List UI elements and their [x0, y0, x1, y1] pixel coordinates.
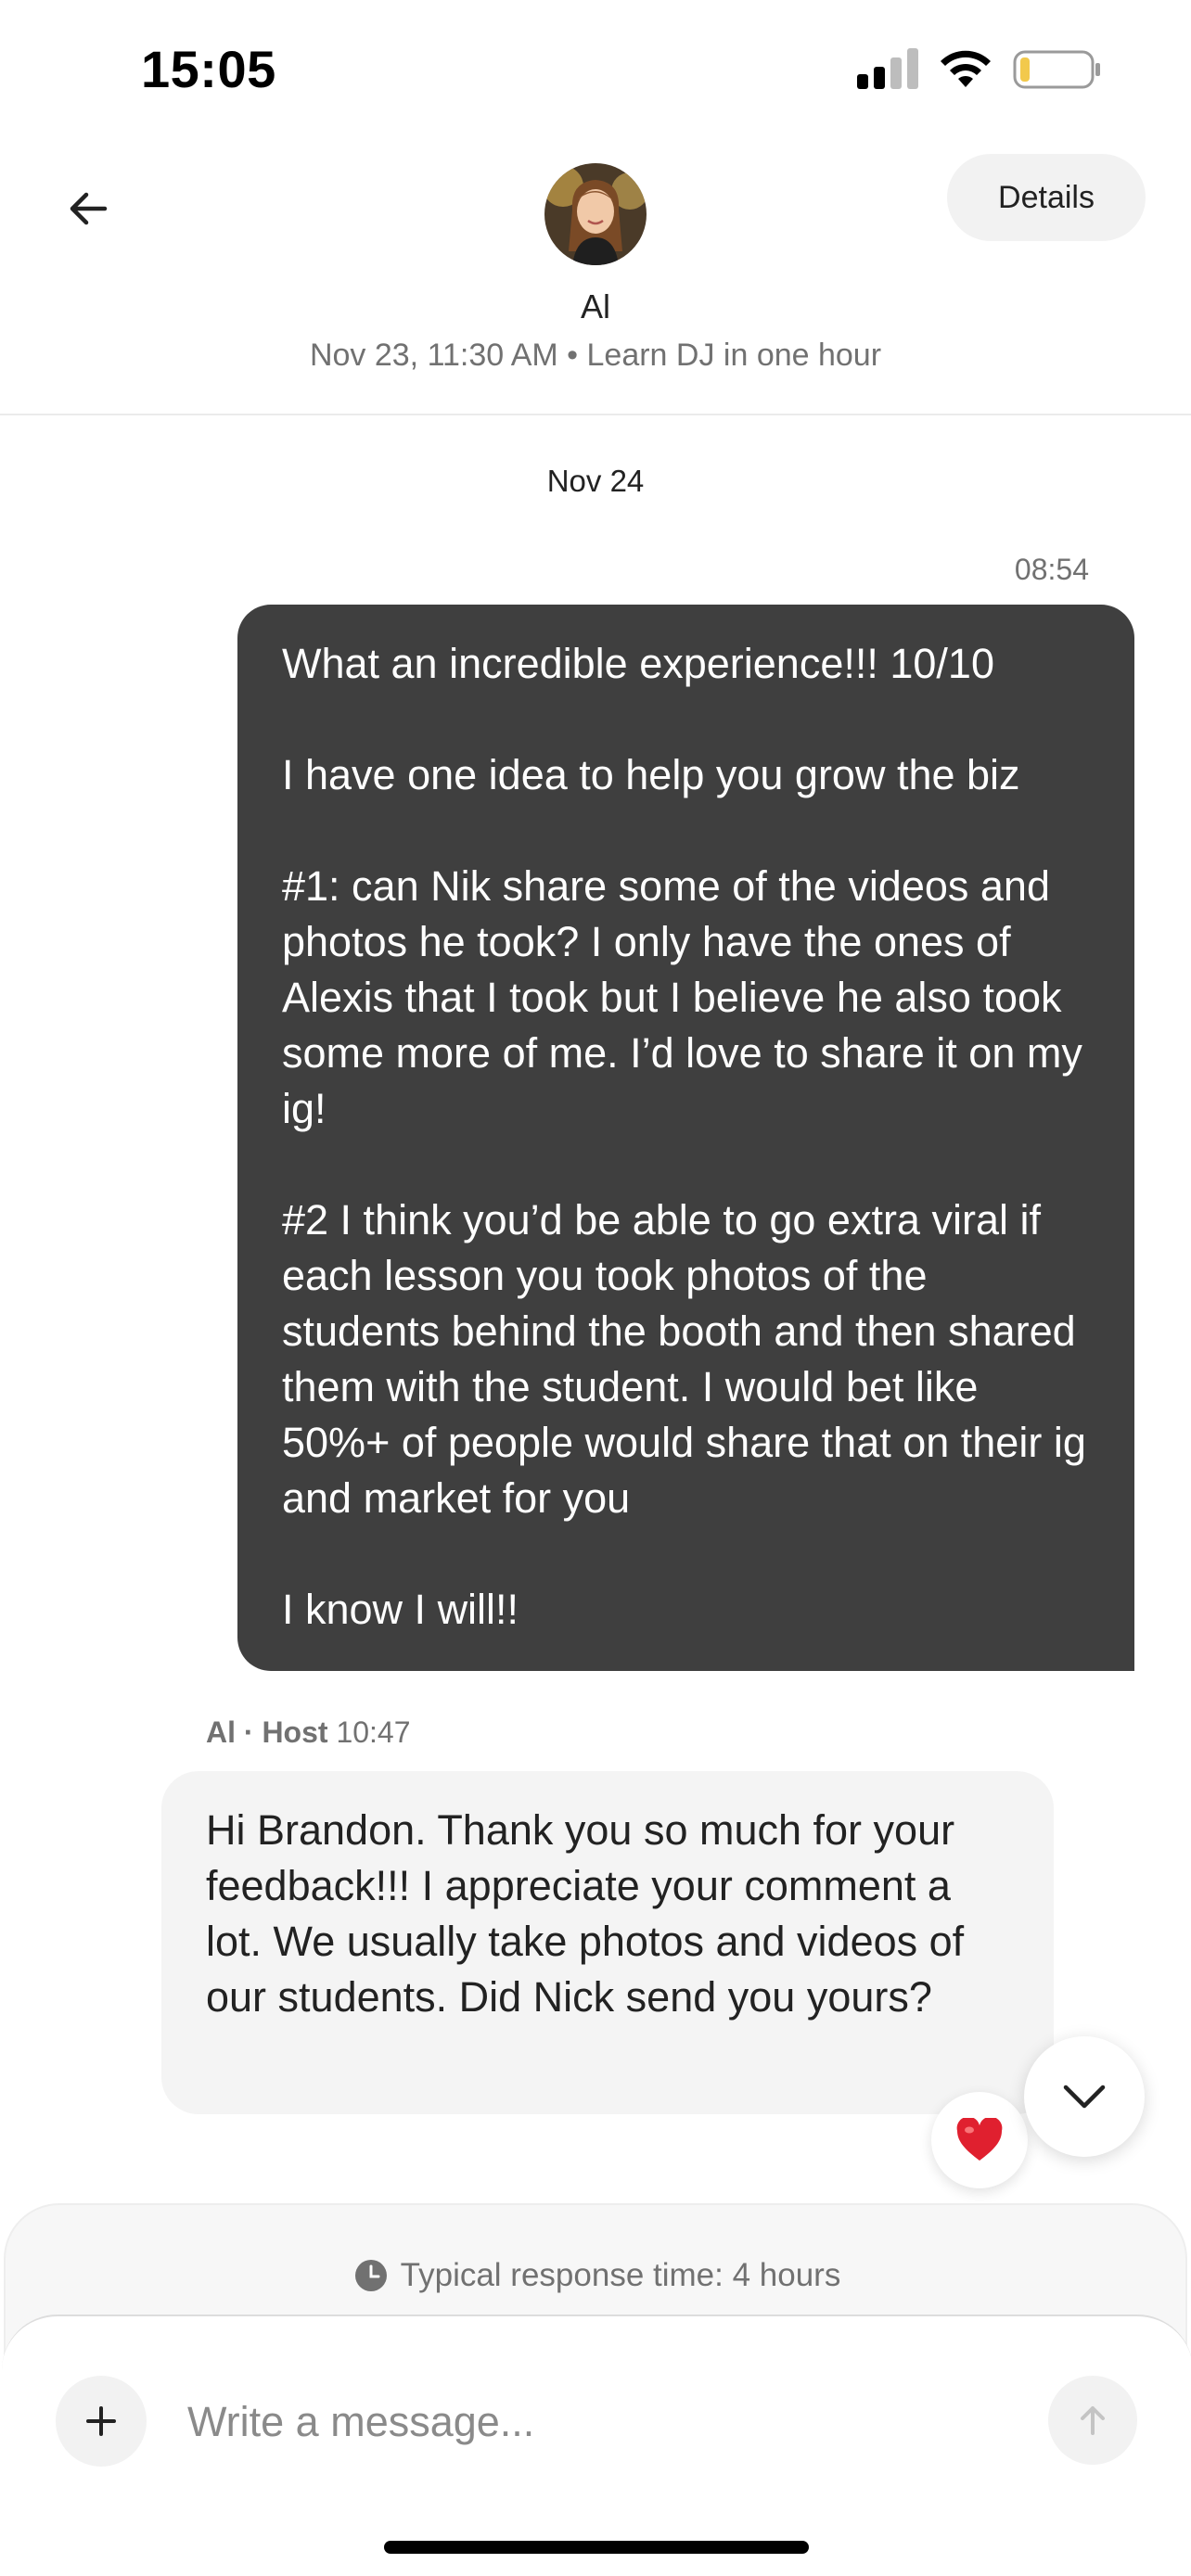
message-reaction[interactable]	[931, 2092, 1028, 2188]
reservation-subtitle: Nov 23, 11:30 AM • Learn DJ in one hour	[309, 338, 882, 373]
battery-icon	[1013, 50, 1100, 89]
details-button[interactable]: Details	[947, 154, 1146, 241]
plus-icon	[86, 2406, 116, 2436]
received-message-text: Hi Brandon. Thank you so much for your f…	[206, 1806, 965, 2021]
message-composer	[2, 2315, 1191, 2576]
clock-icon	[354, 2260, 387, 2291]
received-message-meta: Al · Host 10:47	[206, 1715, 411, 1750]
heart-icon	[956, 2118, 1003, 2161]
avatar[interactable]	[544, 163, 647, 265]
response-time-text: Typical response time: 4 hours	[400, 2257, 841, 2293]
received-message-sender: Al · Host	[206, 1715, 328, 1749]
received-message-time: 10:47	[336, 1715, 411, 1749]
arrow-up-icon	[1081, 2406, 1105, 2435]
status-time: 15:05	[141, 40, 276, 98]
arrow-left-icon	[70, 192, 108, 225]
sent-message-time: 08:54	[1014, 553, 1089, 586]
response-time-notice: Typical response time: 4 hours	[6, 2257, 1189, 2294]
add-attachment-button[interactable]	[56, 2376, 147, 2467]
sent-message-bubble[interactable]: What an incredible experience!!! 10/10 I…	[237, 605, 1134, 1671]
message-input[interactable]	[187, 2378, 1004, 2467]
conversation-header: Al Nov 23, 11:30 AM • Learn DJ in one ho…	[0, 139, 1191, 415]
sent-message-text: What an incredible experience!!! 10/10 I…	[282, 640, 1086, 1633]
chevron-down-icon	[1063, 2085, 1106, 2109]
wifi-icon	[941, 50, 991, 87]
home-indicator	[384, 2541, 809, 2554]
send-button[interactable]	[1048, 2376, 1137, 2465]
received-message-bubble[interactable]: Hi Brandon. Thank you so much for your f…	[161, 1771, 1054, 2114]
date-divider: Nov 24	[546, 464, 645, 498]
signal-icon	[857, 46, 918, 89]
back-button[interactable]	[56, 176, 121, 241]
status-bar: 15:05	[0, 0, 1191, 139]
host-name: Al	[580, 287, 610, 325]
scroll-to-bottom-button[interactable]	[1024, 2036, 1145, 2157]
composer-panel: Typical response time: 4 hours	[2, 2203, 1191, 2576]
